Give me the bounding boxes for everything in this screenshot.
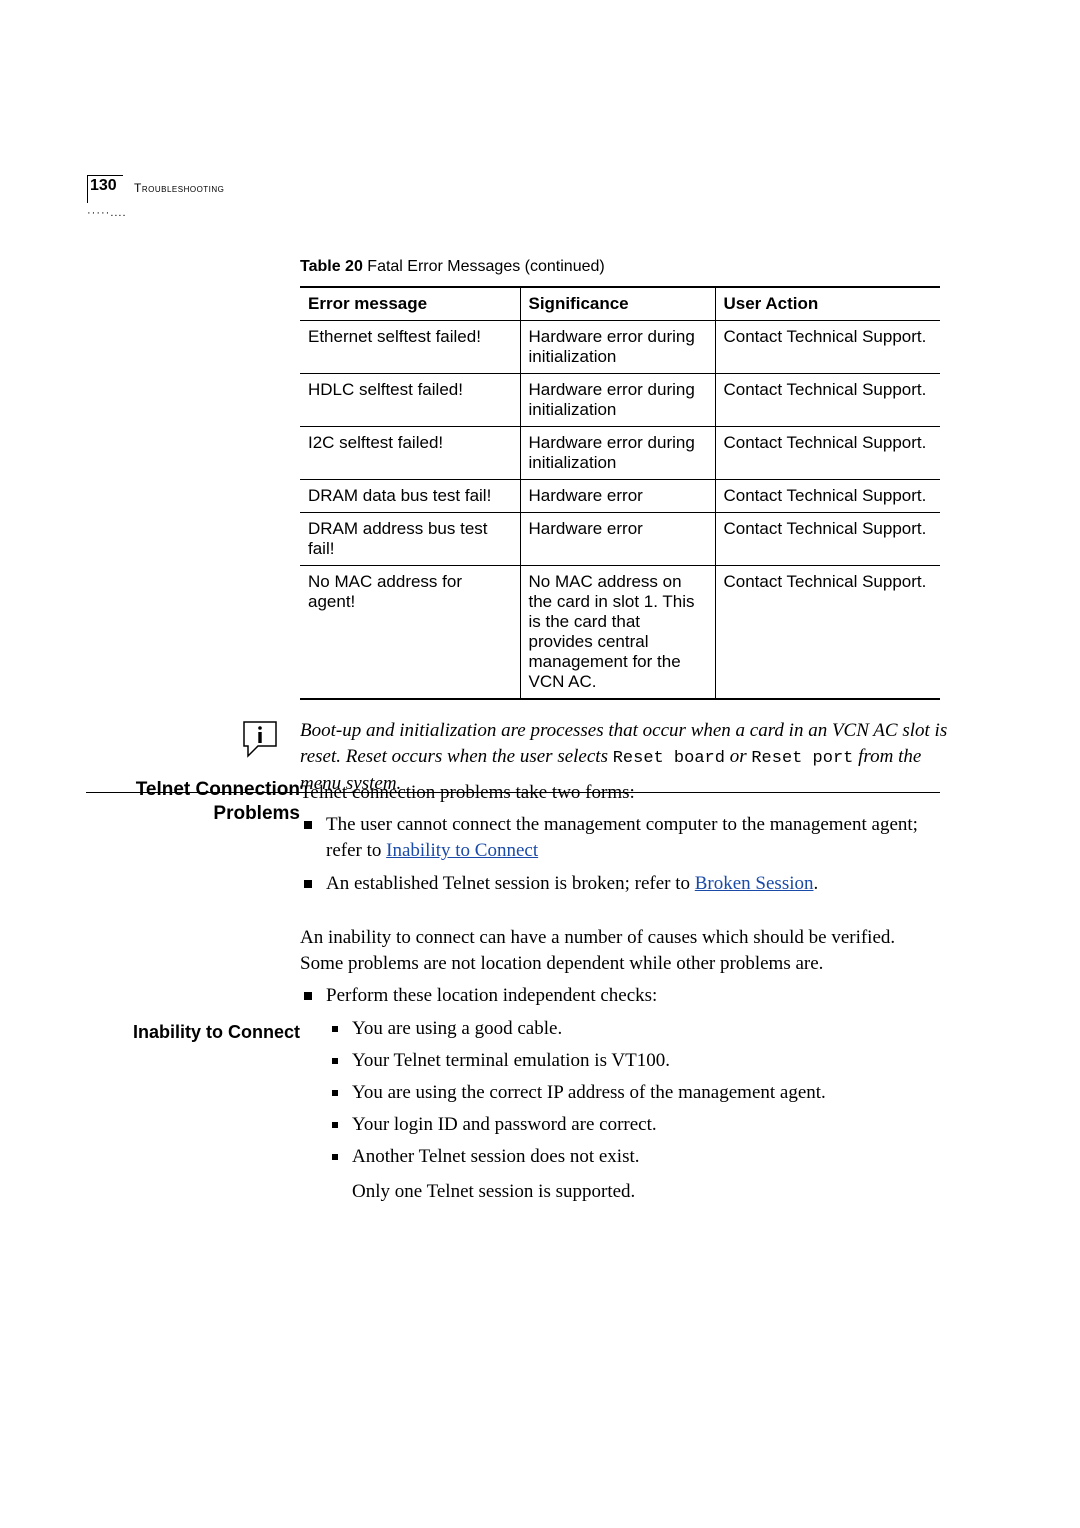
table-row: DRAM data bus test fail! Hardware error … xyxy=(300,480,940,513)
list-item: Perform these location independent check… xyxy=(300,983,940,1205)
list-item: You are using a good cable. xyxy=(326,1016,940,1042)
list-item: The user cannot connect the management c… xyxy=(300,812,940,864)
list-item: Your login ID and password are correct. xyxy=(326,1112,940,1138)
list-item: Another Telnet session does not exist. O… xyxy=(326,1144,940,1204)
checks-tail: Only one Telnet session is supported. xyxy=(352,1179,940,1205)
th-error: Error message xyxy=(300,287,520,321)
link-inability[interactable]: Inability to Connect xyxy=(386,840,538,861)
table-header-row: Error message Significance User Action xyxy=(300,287,940,321)
table-row: Ethernet selftest failed! Hardware error… xyxy=(300,321,940,374)
list-item: An established Telnet session is broken;… xyxy=(300,871,940,897)
table-caption: Table 20 Fatal Error Messages (continued… xyxy=(300,258,960,276)
table-row: I2C selftest failed! Hardware error duri… xyxy=(300,427,940,480)
th-action: User Action xyxy=(715,287,940,321)
table-row: HDLC selftest failed! Hardware error dur… xyxy=(300,374,940,427)
table-row: No MAC address for agent! No MAC address… xyxy=(300,566,940,700)
link-broken-session[interactable]: Broken Session xyxy=(695,873,814,894)
inability-intro: An inability to connect can have a numbe… xyxy=(300,925,940,977)
info-icon xyxy=(240,718,280,763)
fatal-error-table: Error message Significance User Action E… xyxy=(300,286,940,700)
subsection-heading-inability: Inability to Connect xyxy=(0,1022,328,1043)
telnet-intro: Telnet connection problems take two form… xyxy=(300,780,940,806)
section-heading-telnet: Telnet Connection Problems xyxy=(0,778,328,826)
table-row: DRAM address bus test fail! Hardware err… xyxy=(300,513,940,566)
list-item: You are using the correct IP address of … xyxy=(326,1080,940,1106)
th-significance: Significance xyxy=(520,287,715,321)
list-item: Your Telnet terminal emulation is VT100. xyxy=(326,1048,940,1074)
